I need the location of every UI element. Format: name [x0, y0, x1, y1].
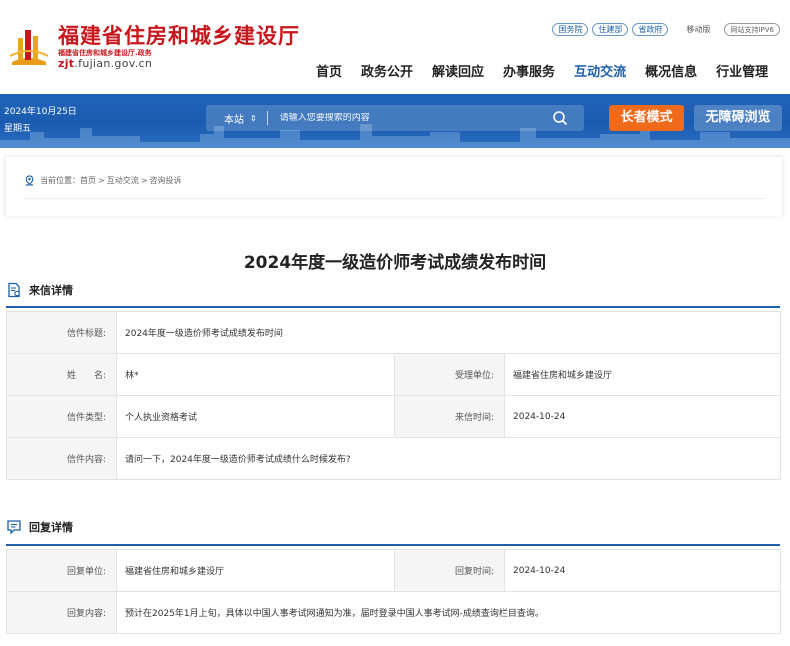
reply-time-value: 2024-10-24: [504, 549, 781, 592]
date-label: 来信时间:: [394, 395, 505, 438]
content-value: 请问一下，2024年度一级造价师考试成绩什么时候发布?: [115, 437, 782, 480]
name-label: 姓 名:: [6, 353, 117, 396]
breadcrumb: 当前位置： 首页 > 互动交流 > 咨询投诉: [24, 175, 181, 186]
nav-home[interactable]: 首页: [316, 61, 342, 80]
main-nav: 首页 政务公开 解读回应 办事服务 互动交流 概况信息 行业管理: [316, 61, 768, 80]
site-title[interactable]: 福建省住房和城乡建设厅: [58, 20, 300, 50]
breadcrumb-interaction[interactable]: 互动交流: [107, 175, 139, 186]
date-value: 2024-10-24: [503, 395, 782, 438]
nav-interpretation[interactable]: 解读回应: [432, 61, 484, 80]
reply-time-label: 回复时间:: [394, 549, 505, 592]
elder-mode-button[interactable]: 长者模式: [609, 105, 684, 131]
letter-section-rule: [6, 306, 780, 308]
breadcrumb-prefix: 当前位置：: [40, 176, 80, 185]
dept-label: 受理单位:: [394, 353, 505, 396]
location-pin-icon: [25, 175, 34, 186]
type-value: 个人执业资格考试: [116, 395, 395, 438]
search-input[interactable]: [279, 113, 552, 123]
subject-value: 2024年度一级造价师考试成绩发布时间: [115, 311, 782, 354]
reply-unit-label: 回复单位:: [6, 549, 117, 592]
letter-detail-table: 信件标题: 2024年度一级造价师考试成绩发布时间 姓 名: 林* 受理单位: …: [6, 311, 782, 480]
letter-section-heading: 来信详情: [6, 282, 73, 298]
letter-doc-icon: [8, 282, 20, 298]
table-row: 信件类型: 个人执业资格考试 来信时间: 2024-10-24: [6, 395, 782, 438]
subject-label: 信件标题:: [6, 311, 117, 354]
search-divider: [266, 111, 268, 125]
breadcrumb-separator: >: [140, 176, 148, 185]
top-links: 国务院 住建部 省政府 移动版 网站支持IPV6: [552, 23, 780, 36]
table-row: 姓 名: 林* 受理单位: 福建省住房和城乡建设厅: [6, 353, 782, 396]
breadcrumb-home[interactable]: 首页: [80, 175, 96, 186]
search-banner: 2024年10月25日 星期五 本站 ⇕ 长者模式 无障碍浏览: [0, 94, 790, 148]
breadcrumb-divider: [24, 198, 764, 199]
accessible-browse-button[interactable]: 无障碍浏览: [694, 105, 782, 131]
reply-section-rule: [6, 544, 780, 546]
reply-unit-value: 福建省住房和城乡建设厅: [116, 549, 395, 592]
nav-gov-affairs[interactable]: 政务公开: [361, 61, 413, 80]
letter-section-title: 来信详情: [29, 284, 73, 297]
table-row: 信件标题: 2024年度一级造价师考试成绩发布时间: [6, 311, 782, 354]
reply-section-heading: 回复详情: [6, 519, 73, 535]
link-state-council[interactable]: 国务院: [552, 23, 589, 36]
breadcrumb-card: 当前位置： 首页 > 互动交流 > 咨询投诉: [5, 156, 783, 216]
reply-content-label: 回复内容:: [6, 591, 117, 634]
current-weekday: 星期五: [4, 124, 32, 134]
search-icon[interactable]: [552, 110, 568, 126]
building-emblem-icon[interactable]: [8, 26, 50, 66]
site-header: 福建省住房和城乡建设厅 福建省住房和城乡建设厅.政务 zjt.fujian.go…: [0, 0, 790, 92]
reply-chat-icon: [7, 520, 21, 535]
breadcrumb-separator: >: [98, 176, 105, 185]
nav-services[interactable]: 办事服务: [503, 61, 555, 80]
link-province-gov[interactable]: 省政府: [632, 23, 669, 36]
name-value: 林*: [116, 353, 395, 396]
breadcrumb-consult[interactable]: 咨询投诉: [149, 175, 181, 186]
dept-value: 福建省住房和城乡建设厅: [503, 353, 782, 396]
updown-arrow-icon[interactable]: ⇕: [250, 114, 257, 123]
current-date: 2024年10月25日: [4, 107, 77, 117]
table-row: 回复单位: 福建省住房和城乡建设厅 回复时间: 2024-10-24: [6, 549, 781, 592]
nav-overview[interactable]: 概况信息: [645, 61, 697, 80]
table-row: 信件内容: 请问一下，2024年度一级造价师考试成绩什么时候发布?: [6, 437, 782, 480]
reply-detail-table: 回复单位: 福建省住房和城乡建设厅 回复时间: 2024-10-24 回复内容:…: [6, 549, 781, 634]
search-scope-select[interactable]: 本站: [224, 111, 244, 126]
site-domain: zjt.fujian.gov.cn: [58, 57, 153, 70]
link-ministry[interactable]: 住建部: [592, 23, 629, 36]
reply-content-value: 预计在2025年1月上旬，具体以中国人事考试网通知为准，届时登录中国人事考试网-…: [116, 591, 781, 634]
type-label: 信件类型:: [6, 395, 117, 438]
table-row: 回复内容: 预计在2025年1月上旬，具体以中国人事考试网通知为准，届时登录中国…: [6, 591, 781, 634]
page-title: 2024年度一级造价师考试成绩发布时间: [243, 253, 547, 273]
reply-section-title: 回复详情: [29, 521, 73, 534]
ipv6-badge: 网站支持IPV6: [724, 23, 780, 36]
nav-interaction[interactable]: 互动交流: [574, 61, 626, 80]
search-box: 本站 ⇕: [206, 105, 584, 131]
nav-industry[interactable]: 行业管理: [716, 61, 768, 80]
content-label: 信件内容:: [6, 437, 117, 480]
mobile-version-link[interactable]: 移动版: [686, 24, 710, 35]
